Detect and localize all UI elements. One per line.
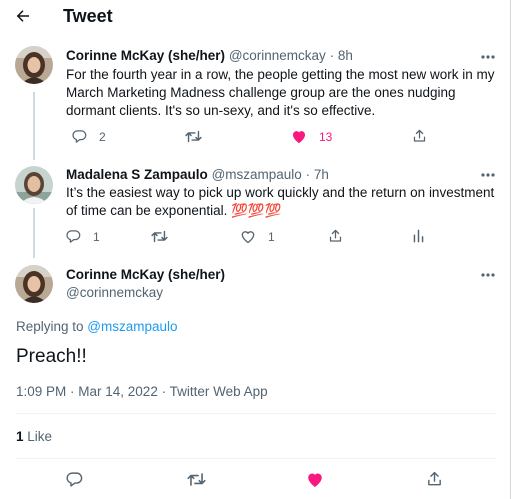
reply-count: 1 [93, 229, 100, 244]
like-total: 1 [16, 429, 24, 444]
tweet-page: Tweet Corinne McKay (she/her) @corinnemc… [0, 0, 511, 499]
share-button[interactable] [328, 228, 343, 244]
reply-icon [72, 130, 87, 143]
more-icon [481, 273, 495, 277]
page-title: Tweet [63, 6, 113, 26]
more-options-button[interactable] [478, 50, 498, 64]
tweet-text: For the fourth year in a row, the people… [66, 67, 495, 118]
analytics-icon [413, 229, 424, 243]
heart-icon [293, 131, 305, 144]
separator: · [325, 48, 338, 63]
retweet-button[interactable] [185, 129, 202, 144]
share-icon [428, 471, 441, 486]
divider [16, 413, 496, 414]
retweet-icon [187, 473, 206, 486]
analytics-button[interactable] [412, 229, 425, 243]
replying-to-link[interactable]: @mszampaulo [87, 319, 177, 334]
like-button[interactable]: 13 [291, 129, 332, 144]
reply-button[interactable]: 2 [72, 129, 106, 144]
like-label: Like [23, 429, 53, 444]
like-button[interactable] [306, 471, 324, 488]
like-count: 13 [319, 129, 333, 144]
retweet-icon [185, 130, 202, 143]
share-icon [329, 229, 342, 242]
author-handle[interactable]: @corinnemckay [66, 284, 163, 302]
replying-prefix: Replying to [16, 319, 88, 334]
thread-line [33, 208, 35, 258]
tweet-author-line: Madalena S Zampaulo @mszampaulo · 7h [66, 166, 329, 184]
heart-icon [308, 473, 322, 487]
back-arrow-icon [16, 10, 29, 22]
avatar[interactable] [15, 166, 53, 204]
reply-button[interactable] [66, 471, 83, 488]
replying-to-line: Replying to @mszampaulo [16, 318, 178, 336]
author-name[interactable]: Madalena S Zampaulo [66, 167, 208, 182]
tweet-time[interactable]: 8h [338, 48, 353, 63]
avatar[interactable] [15, 265, 53, 303]
back-button[interactable] [10, 4, 36, 28]
retweet-button[interactable] [187, 471, 206, 488]
author-name[interactable]: Corinne McKay (she/her) [66, 266, 225, 284]
avatar[interactable] [15, 46, 53, 84]
heart-icon [241, 231, 255, 244]
divider [16, 458, 496, 459]
like-count-link[interactable]: 1 Like [16, 428, 52, 446]
tweet-author-line: Corinne McKay (she/her) @corinnemckay · … [66, 47, 353, 65]
thread-line [33, 92, 35, 160]
reply-icon [66, 472, 83, 487]
retweet-icon [151, 230, 168, 243]
author-handle[interactable]: @corinnemckay [229, 48, 326, 63]
more-options-button[interactable] [478, 168, 498, 182]
main-tweet-text: Preach!! [16, 346, 87, 367]
share-button[interactable] [412, 128, 427, 144]
reply-button[interactable]: 1 [66, 229, 100, 244]
author-name[interactable]: Corinne McKay (she/her) [66, 48, 225, 63]
author-handle[interactable]: @mszampaulo [212, 167, 302, 182]
retweet-button[interactable] [151, 229, 168, 244]
page-header: Tweet [0, 0, 511, 33]
tweet-timestamp[interactable]: 1:09 PM · Mar 14, 2022 · Twitter Web App [16, 383, 268, 401]
reply-icon [66, 230, 81, 243]
more-icon [481, 55, 495, 59]
reply-count: 2 [99, 129, 106, 144]
tweet-text: It’s the easiest way to pick up work qui… [66, 185, 495, 218]
share-icon [413, 129, 426, 142]
separator: · [301, 167, 314, 182]
like-count: 1 [268, 229, 275, 244]
like-button[interactable]: 1 [240, 229, 275, 244]
more-icon [481, 173, 495, 177]
more-options-button[interactable] [478, 268, 498, 282]
tweet-time[interactable]: 7h [314, 167, 329, 182]
share-button[interactable] [426, 470, 443, 488]
